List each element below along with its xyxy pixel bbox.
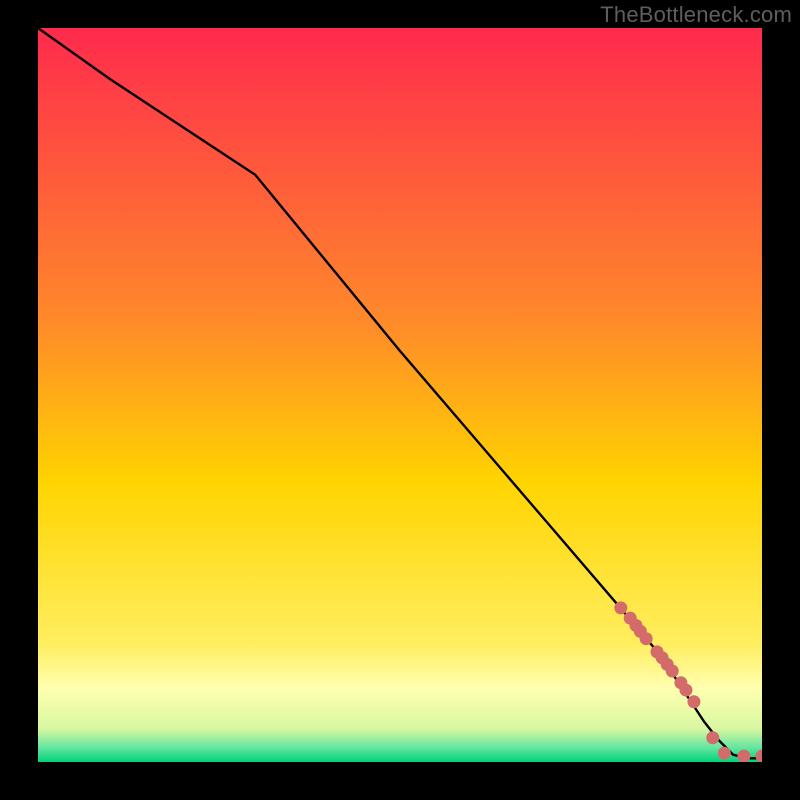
chart-frame: TheBottleneck.com	[0, 0, 800, 800]
watermark-text: TheBottleneck.com	[600, 2, 792, 28]
data-point	[614, 601, 627, 614]
data-point	[706, 731, 719, 744]
data-point	[718, 747, 731, 760]
data-point	[640, 632, 653, 645]
data-point	[687, 695, 700, 708]
plot-area	[38, 28, 762, 762]
data-point	[666, 664, 679, 677]
chart-svg	[38, 28, 762, 762]
data-point	[679, 684, 692, 697]
